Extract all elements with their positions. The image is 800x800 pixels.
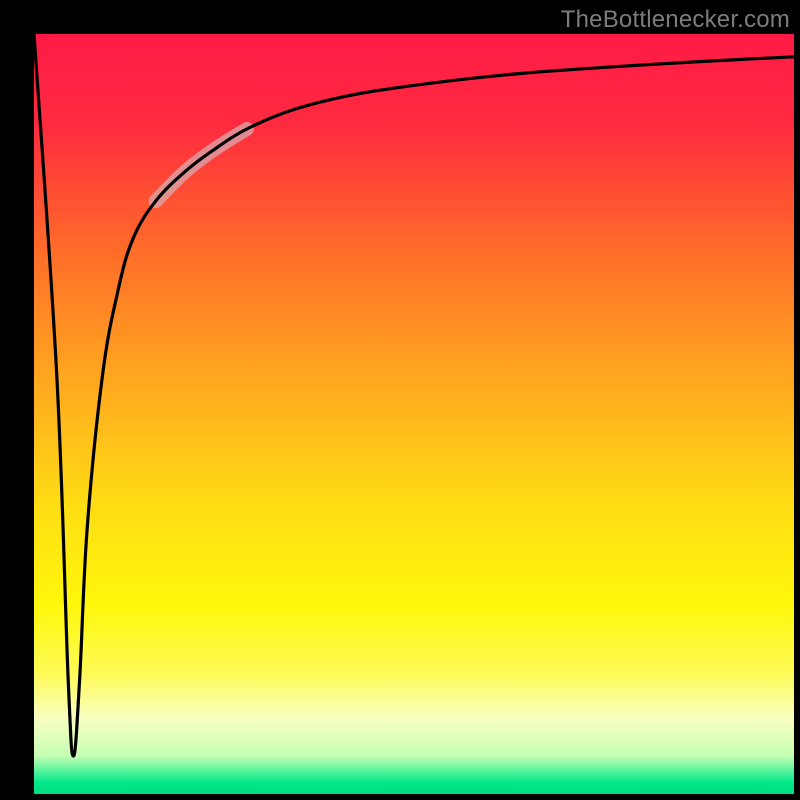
chart-frame: TheBottlenecker.com: [0, 0, 800, 800]
bottleneck-curve: [34, 34, 794, 756]
plot-area: [34, 34, 794, 794]
curve-layer: [34, 34, 794, 794]
curve-highlight: [156, 129, 247, 201]
watermark-text: TheBottlenecker.com: [561, 6, 790, 34]
